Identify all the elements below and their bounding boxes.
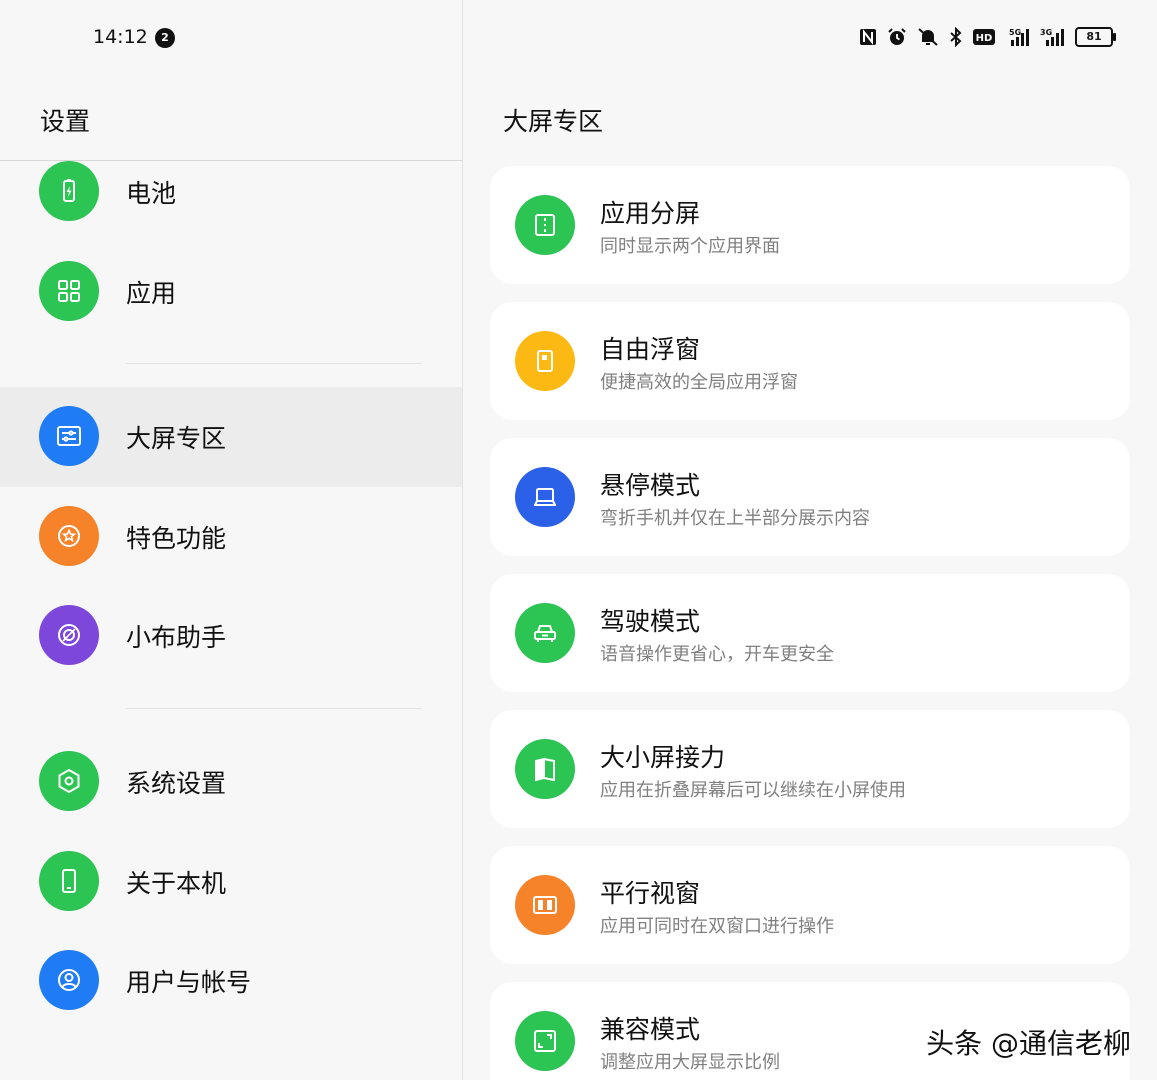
card-subtitle: 应用在折叠屏幕后可以继续在小屏使用 — [600, 780, 906, 801]
sidebar-item-label: 用户与帐号 — [126, 968, 252, 997]
card-subtitle: 弯折手机并仅在上半部分展示内容 — [600, 508, 870, 529]
signal-3g-icon: 3G — [1040, 26, 1066, 48]
sidebar-item-apps[interactable]: 应用 — [0, 242, 462, 340]
floating-window-icon — [515, 331, 575, 391]
card-driving-mode[interactable]: 驾驶模式 语音操作更省心，开车更安全 — [490, 574, 1130, 692]
notification-badge: 2 — [155, 28, 175, 48]
laptop-icon — [515, 467, 575, 527]
watermark: 头条 @通信老柳 — [926, 1027, 1131, 1060]
card-subtitle: 应用可同时在双窗口进行操作 — [600, 916, 834, 937]
sidebar-item-features[interactable]: 特色功能 — [0, 487, 462, 585]
card-floating-window[interactable]: 自由浮窗 便捷高效的全局应用浮窗 — [490, 302, 1130, 420]
card-title: 平行视窗 — [600, 879, 701, 908]
sidebar-item-label: 大屏专区 — [126, 424, 227, 453]
sidebar-item-large-screen[interactable]: 大屏专区 — [0, 387, 462, 487]
card-screen-relay[interactable]: 大小屏接力 应用在折叠屏幕后可以继续在小屏使用 — [490, 710, 1130, 828]
sidebar-item-battery[interactable]: 电池 — [0, 142, 462, 240]
split-screen-icon — [515, 195, 575, 255]
card-subtitle: 便捷高效的全局应用浮窗 — [600, 372, 798, 393]
signal-5g-icon: 5G — [1005, 26, 1031, 48]
card-split-screen[interactable]: 应用分屏 同时显示两个应用界面 — [490, 166, 1130, 284]
star-icon — [39, 506, 99, 566]
card-title: 应用分屏 — [600, 199, 701, 228]
sidebar-item-system-settings[interactable]: 系统设置 — [0, 732, 462, 830]
card-title: 兼容模式 — [600, 1015, 701, 1044]
apps-grid-icon — [39, 261, 99, 321]
sidebar-divider — [126, 363, 422, 364]
card-parallel-window[interactable]: 平行视窗 应用可同时在双窗口进行操作 — [490, 846, 1130, 964]
sidebar-item-users-accounts[interactable]: 用户与帐号 — [0, 931, 462, 1029]
detail-pane: HD 5G 3G 81 大屏专区 应用分屏 同时显示两个应用界面 自由浮窗 便捷… — [463, 0, 1157, 1080]
sidebar-item-label: 系统设置 — [126, 769, 227, 798]
sidebar-item-label: 小布助手 — [126, 623, 227, 652]
sidebar-item-label: 特色功能 — [126, 524, 227, 553]
battery-status-icon: 81 — [1075, 26, 1116, 48]
signal-5g-label: 5G — [1009, 28, 1021, 37]
hd-label: HD — [976, 33, 993, 44]
phone-icon — [39, 851, 99, 911]
status-icons: HD 5G 3G 81 — [858, 26, 1116, 48]
large-screen-icon — [39, 406, 99, 466]
card-title: 驾驶模式 — [600, 607, 701, 636]
sidebar-item-label: 关于本机 — [126, 869, 227, 898]
car-icon — [515, 603, 575, 663]
sidebar-title: 设置 — [40, 107, 91, 136]
sidebar-divider — [126, 708, 422, 709]
nfc-icon — [858, 26, 878, 48]
page-title: 大屏专区 — [503, 107, 604, 136]
sidebar-item-about-phone[interactable]: 关于本机 — [0, 832, 462, 930]
card-hover-mode[interactable]: 悬停模式 弯折手机并仅在上半部分展示内容 — [490, 438, 1130, 556]
card-title: 大小屏接力 — [600, 743, 726, 772]
signal-3g-label: 3G — [1040, 28, 1052, 37]
settings-sidebar: 14:12 2 设置 电池 应用 大屏专区 特色功能 小布助手 系统设置 关于本… — [0, 0, 462, 1080]
mute-icon — [916, 26, 940, 48]
hexagon-gear-icon — [39, 751, 99, 811]
card-subtitle: 同时显示两个应用界面 — [600, 236, 780, 257]
parallel-window-icon — [515, 875, 575, 935]
sidebar-item-label: 应用 — [126, 279, 177, 308]
aspect-ratio-icon — [515, 1011, 575, 1071]
card-title: 自由浮窗 — [600, 335, 701, 364]
card-title: 悬停模式 — [600, 471, 701, 500]
card-subtitle: 语音操作更省心，开车更安全 — [600, 644, 834, 665]
sidebar-item-assistant[interactable]: 小布助手 — [0, 586, 462, 684]
user-icon — [39, 950, 99, 1010]
battery-level: 81 — [1075, 27, 1116, 47]
battery-icon — [39, 161, 99, 221]
hd-icon: HD — [972, 26, 996, 48]
sidebar-item-label: 电池 — [126, 179, 177, 208]
alarm-icon — [887, 26, 907, 48]
card-subtitle: 调整应用大屏显示比例 — [600, 1052, 780, 1073]
assistant-icon — [39, 605, 99, 665]
bluetooth-icon — [949, 26, 963, 48]
book-fold-icon — [515, 739, 575, 799]
status-time: 14:12 — [93, 26, 148, 48]
